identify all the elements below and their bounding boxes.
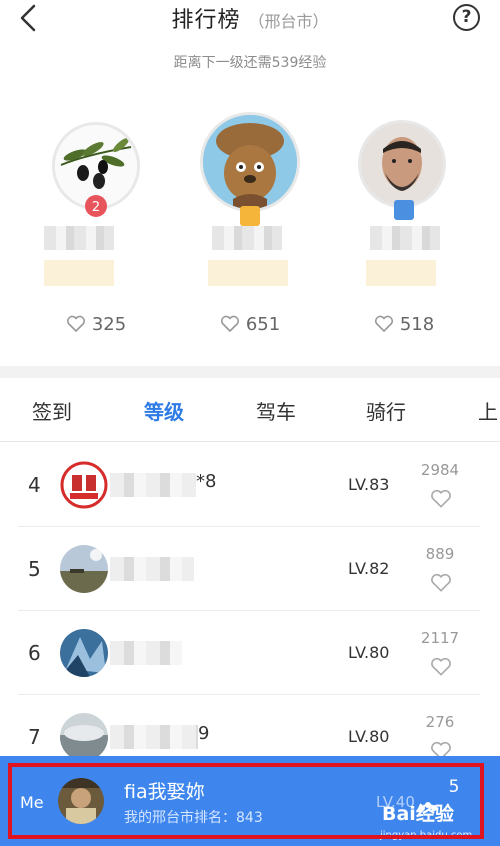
rank-number: 7 (28, 725, 41, 749)
help-icon[interactable]: ? (453, 4, 480, 31)
tab-level[interactable]: 等级 (144, 396, 184, 425)
page-title-group: 排行榜 （邢台市） (0, 2, 500, 34)
username-tail: *8 (196, 471, 217, 492)
like-count-value: 2984 (420, 461, 460, 479)
tab-cycling[interactable]: 骑行 (366, 396, 406, 425)
heart-icon[interactable] (430, 489, 452, 509)
like-count[interactable]: 651 (190, 314, 310, 335)
level-text: LV.80 (348, 643, 390, 662)
blurred-tag (208, 260, 288, 286)
rank-number: 6 (28, 641, 41, 665)
ranking-tabs: 签到 等级 驾车 骑行 上 (0, 378, 500, 442)
section-divider (0, 366, 500, 378)
heart-icon[interactable] (430, 657, 452, 677)
avatar (60, 461, 108, 509)
list-item[interactable]: 6 LV.80 2117 (0, 611, 500, 695)
blurred-username (44, 226, 114, 250)
avatar (358, 120, 446, 208)
tab-driving[interactable]: 驾车 (256, 396, 296, 425)
level-text: LV.83 (348, 475, 390, 494)
blurred-username (110, 557, 194, 581)
like-count-value: 651 (245, 314, 281, 335)
blurred-tag (44, 260, 114, 286)
rank-1-badge-icon (240, 206, 260, 226)
next-level-hint: 距离下一级还需539经验 (173, 55, 327, 71)
like-count-value: 325 (91, 314, 127, 335)
rank-number: 4 (28, 473, 41, 497)
blurred-username (370, 226, 440, 250)
rank-3-badge-icon (394, 200, 414, 220)
blurred-username (110, 641, 182, 665)
city-label: （邢台市） (248, 12, 329, 31)
header: 排行榜 （邢台市） ? (0, 0, 500, 40)
avatar (60, 545, 108, 593)
like-count-value: 518 (399, 314, 435, 335)
highlight-frame (8, 763, 484, 839)
blurred-username (212, 226, 282, 250)
avatar (60, 713, 108, 761)
blurred-username (110, 725, 198, 749)
list-item[interactable]: 5 LV.82 889 (0, 527, 500, 611)
rank-number: 5 (28, 557, 41, 581)
page-title: 排行榜 (171, 8, 241, 33)
avatar (60, 629, 108, 677)
podium: 2 325 651 518 (0, 110, 500, 350)
list-item[interactable]: 4 *8 LV.83 2984 (0, 443, 500, 527)
heart-icon[interactable] (430, 573, 452, 593)
rank-2-badge-icon: 2 (85, 195, 107, 217)
blurred-username (110, 473, 196, 497)
like-count[interactable]: 518 (344, 314, 464, 335)
avatar (200, 112, 300, 212)
heart-icon (220, 315, 239, 332)
heart-icon (374, 315, 393, 332)
like-count-value: 2117 (420, 629, 460, 647)
svg-text:2: 2 (92, 200, 100, 215)
level-text: LV.82 (348, 559, 390, 578)
tab-more[interactable]: 上 (478, 396, 498, 425)
username-tail: 9 (198, 723, 210, 744)
like-count[interactable]: 325 (36, 314, 156, 335)
heart-icon (66, 315, 85, 332)
blurred-tag (366, 260, 436, 286)
level-text: LV.80 (348, 727, 390, 746)
tab-checkin[interactable]: 签到 (32, 396, 72, 425)
like-count-value: 276 (425, 713, 455, 731)
like-count-value: 889 (425, 545, 455, 563)
